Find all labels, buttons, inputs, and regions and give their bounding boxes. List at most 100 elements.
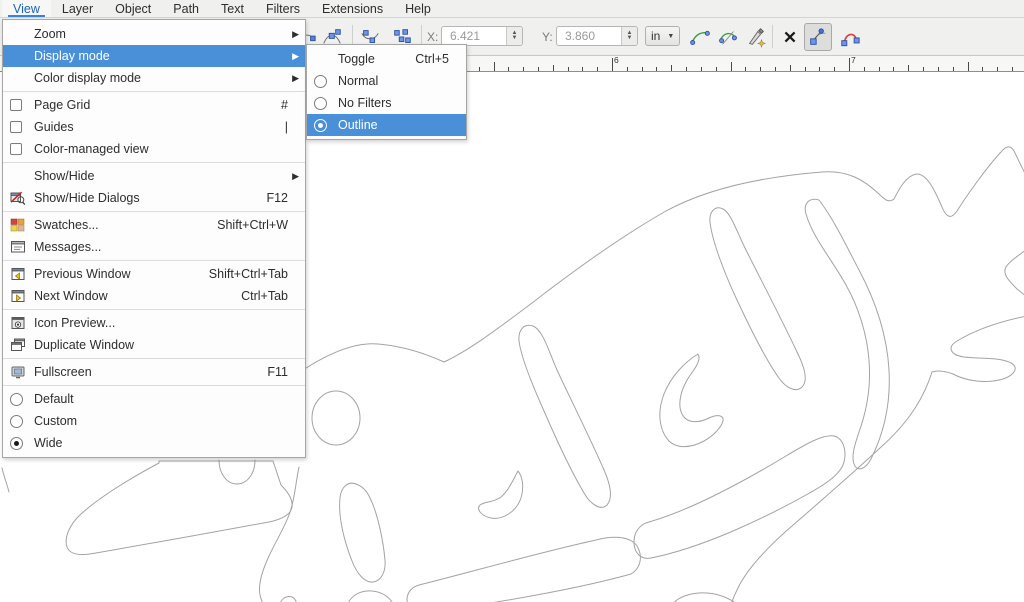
menu-item-color-managed-view[interactable]: Color-managed view: [3, 138, 305, 160]
menu-item-shortcut: Shift+Ctrl+Tab: [191, 267, 288, 281]
ruler-tick: [494, 62, 495, 71]
checkbox-guides[interactable]: [10, 121, 22, 133]
menubar-item-help[interactable]: Help: [394, 0, 442, 17]
radio-normal[interactable]: [314, 75, 327, 88]
menu-item-label: Default: [34, 392, 74, 406]
submenu-arrow-icon: ▶: [288, 73, 299, 84]
y-coordinate-value: 3.860: [557, 29, 621, 43]
menu-item-label: Custom: [34, 414, 77, 428]
menu-item-fullscreen[interactable]: FullscreenF11: [3, 361, 305, 383]
radio-wide[interactable]: [10, 437, 23, 450]
menu-item-guides[interactable]: Guides|: [3, 116, 305, 138]
ruler-tick: [731, 62, 732, 71]
menu-item-default[interactable]: Default: [3, 388, 305, 410]
x-coordinate-value: 6.421: [442, 29, 506, 43]
menubar-item-layer[interactable]: Layer: [51, 0, 104, 17]
ruler-tick: [642, 67, 643, 71]
menu-item-shortcut: F11: [249, 365, 288, 379]
unit-dropdown[interactable]: in ▼: [645, 26, 680, 46]
fullscreen-icon: [10, 364, 26, 380]
menu-item-swatches[interactable]: Swatches...Shift+Ctrl+W: [3, 214, 305, 236]
menubar-item-view[interactable]: View: [2, 0, 51, 17]
menu-item-shortcut: #: [263, 98, 288, 112]
ruler-tick: [553, 65, 554, 72]
submenu-arrow-icon: ▶: [288, 29, 299, 40]
menu-item-label: Next Window: [34, 289, 108, 303]
menu-item-label: Swatches...: [34, 218, 99, 232]
menu-item-messages[interactable]: Messages...: [3, 236, 305, 258]
menu-separator: [3, 385, 305, 386]
x-coordinate-spinbox[interactable]: 6.421 ▲▼: [441, 26, 523, 46]
menu-separator: [3, 260, 305, 261]
menu-item-zoom[interactable]: Zoom ▶: [3, 23, 305, 45]
menu-item-normal[interactable]: Normal: [307, 70, 466, 92]
menu-item-display-mode[interactable]: Display mode ▶: [3, 45, 305, 67]
ruler-tick: [893, 67, 894, 71]
path-outline-icon[interactable]: [838, 25, 862, 49]
menu-item-label: No Filters: [338, 96, 391, 110]
show-hide-dialogs-icon: [10, 190, 26, 206]
x-spin-buttons[interactable]: ▲▼: [506, 27, 522, 45]
ruler-tick: [597, 67, 598, 71]
ruler-tick: [508, 67, 509, 71]
y-coordinate-spinbox[interactable]: 3.860 ▲▼: [556, 26, 638, 46]
menu-separator: [3, 211, 305, 212]
effect-param-icon[interactable]: [744, 25, 768, 49]
menu-item-no-filters[interactable]: No Filters: [307, 92, 466, 114]
menu-item-label: Icon Preview...: [34, 316, 115, 330]
symmetric-node-icon[interactable]: [716, 25, 740, 49]
ruler-tick: [760, 67, 761, 71]
menubar: ViewLayerObjectPathTextFiltersExtensions…: [0, 0, 1024, 18]
ruler-tick: [864, 67, 865, 71]
menu-item-previous-window[interactable]: Previous WindowShift+Ctrl+Tab: [3, 263, 305, 285]
radio-outline[interactable]: [314, 119, 327, 132]
menu-item-label: Color-managed view: [34, 142, 149, 156]
radio-default[interactable]: [10, 393, 23, 406]
checkbox-color-managed-view[interactable]: [10, 143, 22, 155]
ruler-tick: [479, 67, 480, 71]
menubar-item-object[interactable]: Object: [104, 0, 162, 17]
show-handles-icon[interactable]: [804, 23, 832, 51]
menu-item-show-hide-dialogs[interactable]: Show/Hide DialogsF12: [3, 187, 305, 209]
menu-separator: [3, 309, 305, 310]
unit-value: in: [651, 29, 660, 43]
transform-handles-icon[interactable]: [778, 25, 802, 49]
display-mode-submenu: ToggleCtrl+5Normal No Filters Outline: [306, 44, 467, 140]
menu-item-duplicate-window[interactable]: Duplicate Window: [3, 334, 305, 356]
menu-item-show-hide[interactable]: Show/Hide▶: [3, 165, 305, 187]
ruler-tick: [849, 58, 850, 71]
menubar-item-text[interactable]: Text: [210, 0, 255, 17]
menu-item-label: Wide: [34, 436, 62, 450]
radio-custom[interactable]: [10, 415, 23, 428]
icon-preview-icon: [10, 315, 26, 331]
checkbox-page-grid[interactable]: [10, 99, 22, 111]
menu-item-custom[interactable]: Custom: [3, 410, 305, 432]
previous-window-icon: [10, 266, 26, 282]
smooth-node-icon[interactable]: [688, 25, 712, 49]
submenu-arrow-icon: ▶: [288, 171, 299, 182]
radio-no-filters[interactable]: [314, 97, 327, 110]
menu-item-toggle[interactable]: ToggleCtrl+5: [307, 48, 466, 70]
menu-item-label: Messages...: [34, 240, 101, 254]
menu-item-page-grid[interactable]: Page Grid#: [3, 94, 305, 116]
menu-item-outline[interactable]: Outline: [307, 114, 466, 136]
menu-item-next-window[interactable]: Next WindowCtrl+Tab: [3, 285, 305, 307]
ruler-tick: [701, 67, 702, 71]
menu-item-label: Outline: [338, 118, 378, 132]
menu-item-color-display-mode[interactable]: Color display mode▶: [3, 67, 305, 89]
menu-item-icon-preview[interactable]: Icon Preview...: [3, 312, 305, 334]
submenu-arrow-icon: ▶: [288, 51, 299, 62]
ruler-tick: [879, 67, 880, 71]
menu-item-wide[interactable]: Wide: [3, 432, 305, 454]
ruler-tick: [582, 67, 583, 71]
menubar-item-path[interactable]: Path: [162, 0, 210, 17]
menu-item-label: Display mode: [34, 49, 110, 63]
y-coordinate-label: Y:: [542, 18, 553, 55]
menubar-item-extensions[interactable]: Extensions: [311, 0, 394, 17]
ruler-tick: [834, 67, 835, 71]
ruler-tick: [908, 65, 909, 72]
menubar-item-filters[interactable]: Filters: [255, 0, 311, 17]
ruler-unit-label: 6: [614, 55, 619, 65]
y-spin-buttons[interactable]: ▲▼: [621, 27, 637, 45]
menu-item-label: Zoom: [34, 27, 66, 41]
